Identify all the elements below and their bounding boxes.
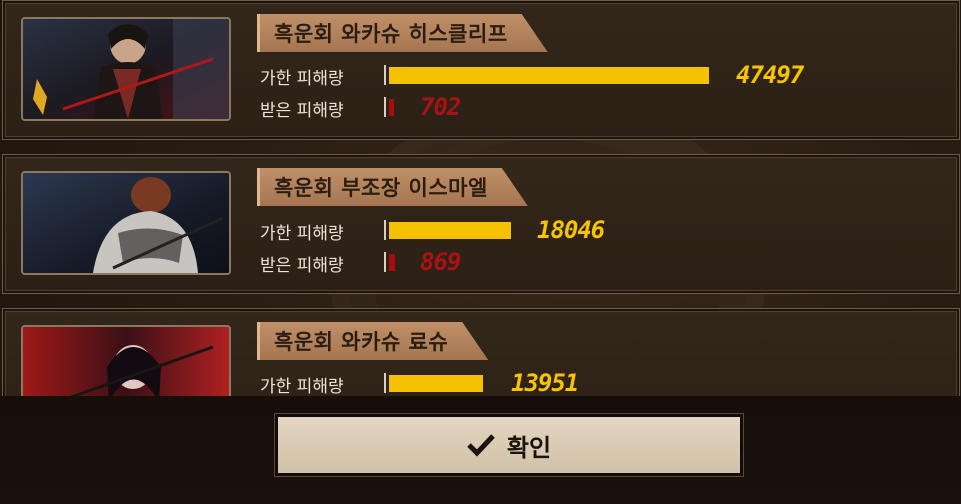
damage-dealt-value: 47497	[736, 61, 804, 89]
damage-dealt-bar	[389, 222, 511, 239]
bar-axis	[384, 97, 386, 117]
damage-dealt-label: 가한 피해량	[260, 69, 344, 89]
damage-taken-bar	[389, 254, 395, 271]
character-portrait	[21, 171, 231, 275]
character-name: 흑운회 와카슈 히스클리프	[274, 22, 508, 46]
bar-axis	[384, 373, 386, 393]
character-name-tag: 흑운회 부조장 이스마엘	[257, 168, 528, 206]
confirm-button[interactable]: 확인	[275, 414, 743, 476]
character-name: 흑운회 와카슈 료슈	[274, 330, 449, 354]
result-card: 흑운회 부조장 이스마엘 가한 피해량 18046 받은 피해량 869	[2, 154, 960, 294]
damage-taken-label: 받은 피해량	[260, 101, 344, 121]
character-name-tag: 흑운회 와카슈 히스클리프	[257, 14, 548, 52]
damage-dealt-value: 13951	[511, 369, 579, 397]
character-portrait	[21, 17, 231, 121]
damage-dealt-bar	[389, 67, 709, 84]
character-name: 흑운회 부조장 이스마엘	[274, 176, 488, 200]
result-card: 흑운회 와카슈 히스클리프 가한 피해량 47497 받은 피해량 702	[2, 0, 960, 140]
damage-taken-value: 702	[420, 93, 461, 121]
bar-axis	[384, 252, 386, 272]
damage-dealt-label: 가한 피해량	[260, 377, 344, 397]
damage-dealt-label: 가한 피해량	[260, 224, 344, 244]
damage-dealt-value: 18046	[537, 216, 605, 244]
damage-taken-label: 받은 피해량	[260, 256, 344, 276]
damage-dealt-bar	[389, 375, 483, 392]
bar-axis	[384, 65, 386, 85]
character-name-tag: 흑운회 와카슈 료슈	[257, 322, 488, 360]
checkmark-icon	[467, 434, 495, 457]
bar-axis	[384, 220, 386, 240]
confirm-label: 확인	[506, 433, 552, 462]
damage-taken-bar	[389, 99, 394, 116]
damage-taken-value: 869	[420, 248, 461, 276]
